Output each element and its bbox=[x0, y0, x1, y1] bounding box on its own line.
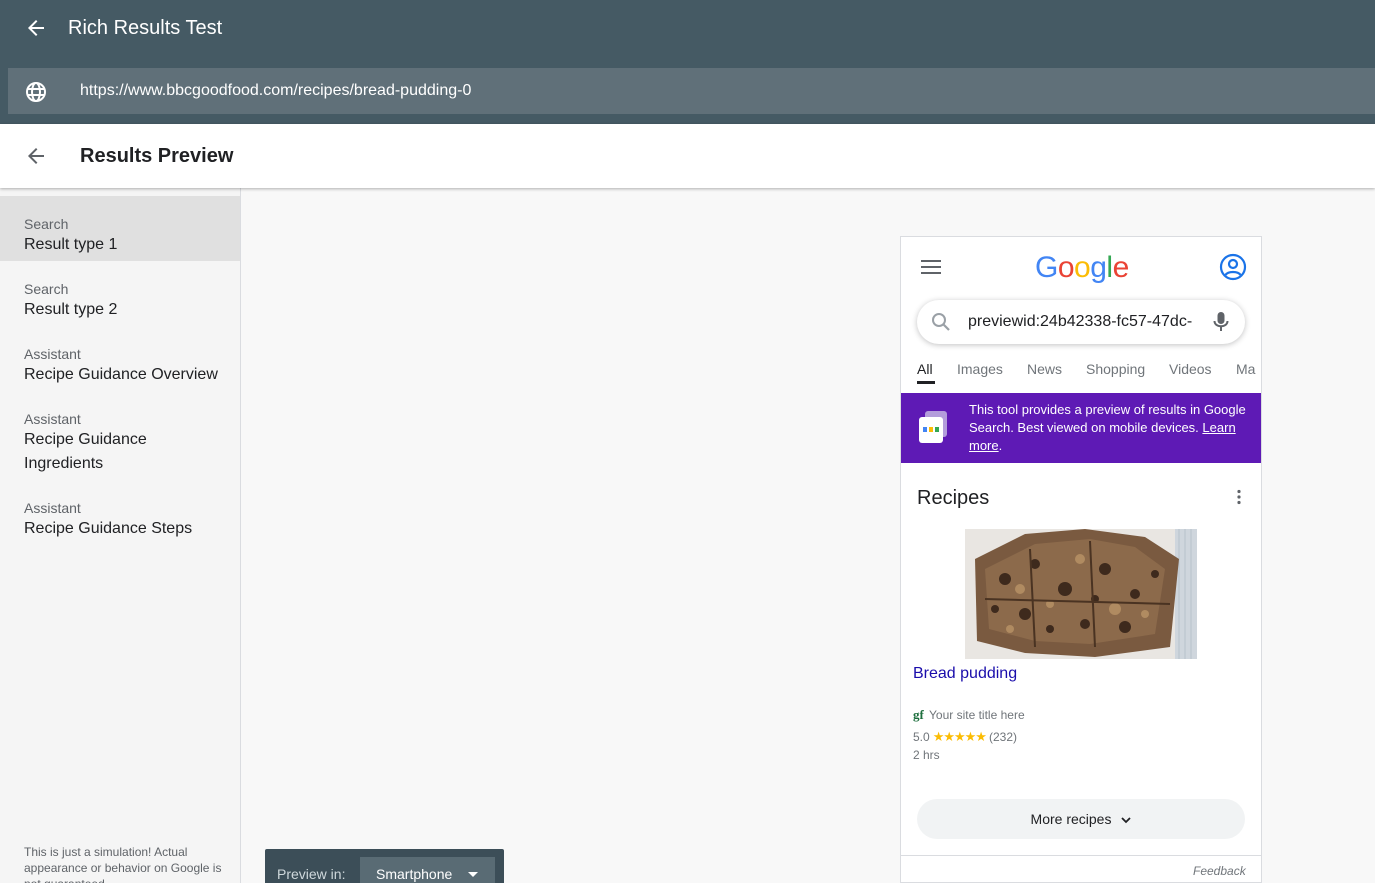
tab-all[interactable]: All bbox=[917, 361, 933, 377]
back-arrow-icon[interactable] bbox=[24, 16, 48, 40]
recipe-title-link[interactable]: Bread pudding bbox=[913, 665, 1017, 683]
recipes-card: Recipes Bread pudding gf Your site title… bbox=[901, 471, 1261, 855]
app-title: Rich Results Test bbox=[68, 17, 223, 39]
preview-device-bar: Preview in: Smartphone bbox=[265, 849, 504, 883]
tab-maps[interactable]: Ma bbox=[1236, 361, 1255, 377]
chevron-down-icon bbox=[1121, 817, 1132, 824]
tested-url: https://www.bbcgoodfood.com/recipes/brea… bbox=[80, 82, 472, 99]
result-type-sidebar: Search Result type 1 Search Result type … bbox=[0, 188, 241, 883]
review-count: (232) bbox=[988, 730, 1017, 744]
active-tab-indicator bbox=[917, 381, 935, 384]
microphone-icon[interactable] bbox=[1211, 310, 1231, 334]
sidebar-item-category: Assistant bbox=[24, 411, 81, 427]
tab-videos[interactable]: Videos bbox=[1169, 361, 1212, 377]
sidebar-item-category: Assistant bbox=[24, 346, 81, 362]
search-query: previewid:24b42338-fc57-47dc- bbox=[968, 313, 1193, 330]
bread-pudding-image[interactable] bbox=[965, 529, 1197, 659]
back-arrow-icon[interactable] bbox=[24, 144, 48, 168]
sidebar-item-category: Search bbox=[24, 216, 69, 232]
preview-in-label: Preview in: bbox=[277, 866, 346, 882]
more-vert-icon[interactable] bbox=[1236, 489, 1242, 505]
site-attribution: gf Your site title here bbox=[913, 707, 1025, 723]
sidebar-item-recipe-guidance-steps[interactable]: Assistant Recipe Guidance Steps bbox=[0, 480, 240, 545]
search-icon bbox=[932, 313, 950, 331]
sidebar-item-label: Recipe Guidance Ingredients bbox=[24, 431, 147, 472]
sidebar-item-label: Result type 2 bbox=[24, 301, 118, 318]
more-recipes-button[interactable]: More recipes bbox=[917, 799, 1245, 839]
site-favicon: gf bbox=[913, 707, 924, 722]
page-title: Results Preview bbox=[80, 145, 234, 167]
sidebar-item-label: Recipe Guidance Steps bbox=[24, 520, 193, 537]
sidebar-item-label: Recipe Guidance Overview bbox=[24, 366, 218, 383]
simulation-disclaimer: This is just a simulation! Actual appear… bbox=[24, 844, 224, 883]
feedback-link[interactable]: Feedback bbox=[1193, 864, 1246, 878]
smartphone-preview: Google previewid:24b42338-fc57-47dc- All… bbox=[900, 236, 1262, 883]
dropdown-caret-icon bbox=[468, 872, 478, 877]
hamburger-menu-icon[interactable] bbox=[921, 259, 941, 275]
sidebar-item-category: Search bbox=[24, 281, 69, 297]
sidebar-item-result-type-1[interactable]: Search Result type 1 bbox=[0, 196, 240, 261]
star-rating-icon: ★★★★★ bbox=[932, 729, 987, 744]
search-tabs: All Images News Shopping Videos Ma bbox=[901, 361, 1261, 385]
tab-news[interactable]: News bbox=[1027, 361, 1062, 377]
recipes-card-title: Recipes bbox=[917, 487, 990, 509]
sidebar-item-recipe-guidance-overview[interactable]: Assistant Recipe Guidance Overview bbox=[0, 326, 240, 391]
divider bbox=[901, 855, 1261, 856]
device-select[interactable]: Smartphone bbox=[360, 857, 495, 883]
app-header: Rich Results Test https://www.bbcgoodfoo… bbox=[0, 0, 1375, 124]
sidebar-item-result-type-2[interactable]: Search Result type 2 bbox=[0, 261, 240, 326]
tab-shopping[interactable]: Shopping bbox=[1086, 361, 1145, 377]
url-bar: https://www.bbcgoodfood.com/recipes/brea… bbox=[8, 68, 1375, 114]
disclaimer-bold: This is just a simulation! bbox=[24, 845, 152, 859]
sidebar-item-recipe-guidance-ingredients[interactable]: Assistant Recipe Guidance Ingredients bbox=[0, 391, 240, 480]
results-preview-header: Results Preview bbox=[0, 124, 1375, 188]
sidebar-item-category: Assistant bbox=[24, 500, 81, 516]
globe-icon bbox=[26, 82, 46, 102]
banner-text: This tool provides a preview of results … bbox=[969, 401, 1255, 455]
account-circle-icon[interactable] bbox=[1219, 253, 1247, 281]
sidebar-item-label: Result type 1 bbox=[24, 236, 118, 253]
cook-time: 2 hrs bbox=[913, 748, 940, 762]
banner-period: . bbox=[998, 438, 1003, 453]
preview-info-banner: This tool provides a preview of results … bbox=[901, 393, 1261, 463]
google-logo: Google bbox=[1035, 251, 1129, 284]
preview-tool-icon bbox=[919, 411, 947, 443]
site-title: Your site title here bbox=[929, 708, 1025, 722]
google-search-box[interactable]: previewid:24b42338-fc57-47dc- bbox=[917, 300, 1245, 344]
rating-row: 5.0 ★★★★★ (232) bbox=[913, 729, 1017, 745]
tab-images[interactable]: Images bbox=[957, 361, 1003, 377]
more-recipes-label: More recipes bbox=[1030, 811, 1112, 827]
rating-value: 5.0 bbox=[913, 730, 930, 744]
device-select-value: Smartphone bbox=[376, 866, 453, 882]
